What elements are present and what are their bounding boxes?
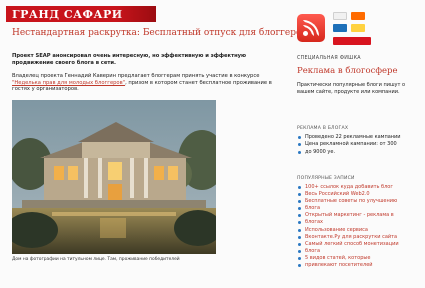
bookmark-button-1[interactable] bbox=[333, 12, 347, 20]
popular-post-link[interactable]: блогах bbox=[297, 219, 425, 225]
article-intro-text: Проект SEAP анонсировал очень интересную… bbox=[12, 53, 247, 66]
contest-link[interactable]: "Неделька прав для молодых блоггеров" bbox=[12, 80, 125, 86]
popular-post-link[interactable]: 5 видов статей, которые bbox=[297, 255, 425, 261]
mansion-photo[interactable] bbox=[12, 100, 216, 254]
list-item: Проведено 22 рекламные кампании bbox=[297, 134, 425, 140]
popular-post-link[interactable]: блога bbox=[297, 205, 425, 211]
sidebar: СПЕЦИАЛЬНАЯ ФИШКА Реклама в блогосфере П… bbox=[297, 0, 425, 288]
special-label: СПЕЦИАЛЬНАЯ ФИШКА bbox=[297, 56, 361, 61]
popular-post-link[interactable]: Самый легкий способ монетизации bbox=[297, 241, 425, 247]
popular-post-link[interactable]: Бесплатные советы по улучшению bbox=[297, 198, 425, 204]
mansion-illustration bbox=[12, 100, 216, 254]
ads-description: Практически популярные блоги пишут о ваш… bbox=[297, 82, 406, 95]
popular-section-heading: ПОПУЛЯРНЫЕ ЗАПИСИ bbox=[297, 176, 355, 181]
photo-caption: Дом на фотографии на титульном лице. Там… bbox=[12, 257, 180, 262]
bookmark-button-3[interactable] bbox=[333, 24, 347, 32]
social-bookmarks bbox=[333, 12, 375, 50]
popular-posts-list: 100+ ссылок куда добавить блог Весь Росс… bbox=[297, 184, 425, 269]
rss-icon[interactable] bbox=[297, 14, 325, 42]
subscribe-banner[interactable] bbox=[333, 37, 371, 45]
site-logo-text: ГРАНД САФАРИ bbox=[12, 8, 123, 21]
list-item: до 9000 уе. bbox=[297, 149, 425, 155]
blog-page: ГРАНД САФАРИ Нестандартная раскрутка: Бе… bbox=[0, 0, 425, 288]
ads-section-heading: РЕКЛАМА В БЛОГАХ bbox=[297, 126, 349, 131]
article-main: Нестандартная раскрутка: Бесплатный отпу… bbox=[12, 28, 306, 93]
popular-post-link[interactable]: Вконтакте.Ру для раскрутки сайта bbox=[297, 234, 425, 240]
popular-post-link[interactable]: Весь Российский Web2.0 bbox=[297, 191, 425, 197]
popular-post-link[interactable]: Использование сервиса bbox=[297, 227, 425, 233]
article-body: Владелец проекта Геннадий Каверин предла… bbox=[12, 73, 284, 93]
bookmark-button-2[interactable] bbox=[351, 12, 365, 20]
popular-post-link[interactable]: Открытый маркетинг - реклама в bbox=[297, 212, 425, 218]
bookmark-button-4[interactable] bbox=[351, 24, 365, 32]
article-headline[interactable]: Нестандартная раскрутка: Бесплатный отпу… bbox=[12, 28, 306, 39]
ads-list: Проведено 22 рекламные кампании Цена рек… bbox=[297, 134, 425, 156]
article-intro: Проект SEAP анонсировал очень интересную… bbox=[12, 53, 284, 66]
article-body-text-a: Владелец проекта Геннадий Каверин предла… bbox=[12, 73, 260, 80]
list-item: Цена рекламной кампании: от 300 bbox=[297, 141, 425, 147]
popular-post-link[interactable]: привлекают посетителей bbox=[297, 262, 425, 268]
ads-title[interactable]: Реклама в блогосфере bbox=[297, 66, 398, 76]
popular-post-link[interactable]: блога bbox=[297, 248, 425, 254]
popular-post-link[interactable]: 100+ ссылок куда добавить блог bbox=[297, 184, 425, 190]
site-logo-banner[interactable]: ГРАНД САФАРИ bbox=[6, 6, 156, 22]
